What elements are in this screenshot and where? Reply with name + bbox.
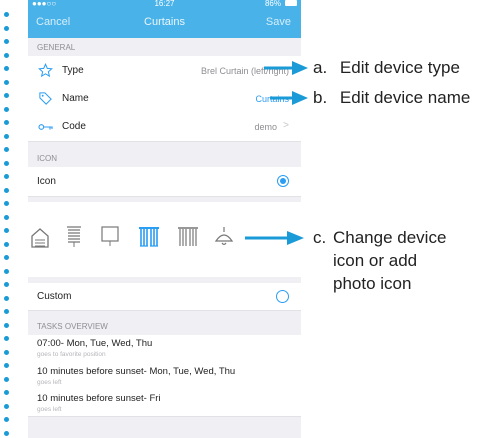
status-bar: ●●●○○ 16:27 86%	[28, 0, 301, 8]
annotation-text: photo icon	[333, 274, 412, 293]
annotation-text: Change device	[333, 228, 447, 247]
type-label: Type	[62, 65, 84, 76]
chevron-right-icon: >	[283, 120, 289, 131]
guide-dot	[4, 268, 9, 274]
guide-dot	[4, 120, 9, 125]
save-button[interactable]: Save	[266, 16, 291, 28]
section-title: TASKS OVERVIEW	[37, 322, 108, 331]
tag-icon	[39, 92, 52, 105]
guide-dot	[4, 93, 9, 98]
task-subtitle: goes left	[37, 406, 62, 413]
guide-dot	[4, 187, 9, 193]
arrow-c-icon	[245, 231, 304, 245]
guide-dot	[4, 39, 9, 44]
code-label: Code	[62, 121, 86, 132]
page-title: Curtains	[144, 16, 185, 28]
task-item[interactable]: 07:00- Mon, Tue, Wed, Thu goes to favori…	[28, 335, 301, 362]
icon-section-header: ICON	[28, 141, 301, 167]
lamp-icon[interactable]	[214, 226, 234, 248]
guide-dot	[4, 403, 9, 409]
status-time: 16:27	[154, 0, 175, 8]
annotation-letter: a.	[313, 58, 328, 77]
guide-dot	[4, 417, 9, 422]
tasks-section-header: TASKS OVERVIEW	[28, 310, 301, 335]
guide-dot	[4, 282, 9, 287]
guide-dot	[4, 66, 9, 71]
blinds-icon[interactable]	[66, 226, 82, 248]
guide-dot	[4, 336, 9, 341]
guide-dot	[4, 322, 9, 328]
guide-dot	[4, 228, 9, 233]
guide-dot	[4, 376, 9, 382]
task-subtitle: goes left	[37, 379, 62, 386]
curtain-2-icon[interactable]	[177, 226, 199, 248]
guide-dot	[4, 147, 9, 152]
guide-dot	[4, 52, 9, 58]
guide-dot	[4, 106, 9, 112]
battery-icon	[285, 0, 297, 6]
guide-dot	[4, 349, 9, 355]
guide-dot	[4, 390, 9, 395]
arrow-b-icon	[270, 91, 308, 105]
screen-icon[interactable]	[101, 226, 119, 248]
name-label: Name	[62, 93, 89, 104]
name-row[interactable]: Name Curtains	[28, 85, 301, 114]
guide-dot	[4, 201, 9, 206]
house-icon[interactable]	[31, 228, 49, 248]
general-section-header: GENERAL	[28, 38, 301, 56]
custom-label: Custom	[37, 291, 72, 302]
annotation-text: icon or add	[333, 251, 418, 270]
annotation-text: Edit device name	[339, 88, 471, 107]
guide-dot	[4, 295, 9, 301]
guide-dot	[4, 25, 9, 31]
star-icon	[38, 63, 53, 78]
dotted-guide	[0, 0, 14, 438]
code-row[interactable]: Code demo >	[28, 113, 301, 142]
annotation-letter: c.	[313, 228, 327, 247]
annotation-text: Edit device type	[339, 58, 460, 77]
task-title: 10 minutes before sunset- Mon, Tue, Wed,…	[37, 366, 236, 377]
guide-dot	[4, 363, 9, 368]
section-title: GENERAL	[37, 43, 76, 52]
phone-screen: ●●●○○ 16:27 86% Cancel Curtains Save GEN…	[28, 0, 301, 438]
annotation-letter: b.	[313, 88, 328, 107]
annotation-b: b. Edit device name	[313, 88, 470, 108]
custom-row[interactable]: Custom	[28, 283, 301, 311]
arrow-a-icon	[264, 61, 308, 75]
type-row[interactable]: Type Brel Curtain (left/right)	[28, 56, 301, 86]
curtain-icon[interactable]	[138, 226, 160, 248]
guide-dot	[4, 160, 9, 166]
guide-dot	[4, 241, 9, 247]
code-value: demo	[254, 122, 277, 132]
task-item[interactable]: 10 minutes before sunset- Fri goes left	[28, 388, 301, 417]
task-title: 07:00- Mon, Tue, Wed, Thu	[37, 338, 153, 349]
task-title: 10 minutes before sunset- Fri	[37, 393, 161, 404]
icon-radio-selected[interactable]	[277, 175, 289, 187]
icon-label: Icon	[37, 176, 56, 187]
guide-dot	[4, 174, 9, 179]
guide-dot	[4, 79, 9, 85]
custom-radio[interactable]	[276, 290, 289, 303]
nav-bar: Cancel Curtains Save	[28, 8, 301, 38]
guide-dot	[4, 255, 9, 260]
guide-dot	[4, 12, 9, 17]
task-item[interactable]: 10 minutes before sunset- Mon, Tue, Wed,…	[28, 361, 301, 389]
guide-dot	[4, 309, 9, 314]
battery-percent: 86%	[264, 0, 281, 8]
section-title: ICON	[37, 154, 57, 163]
guide-dot	[4, 430, 9, 436]
annotation-a: a. Edit device type	[313, 58, 460, 78]
task-subtitle: goes to favorite position	[37, 351, 106, 358]
guide-dot	[4, 214, 9, 220]
guide-dot	[4, 133, 9, 139]
key-icon	[38, 124, 53, 130]
icon-row[interactable]: Icon	[28, 167, 301, 197]
